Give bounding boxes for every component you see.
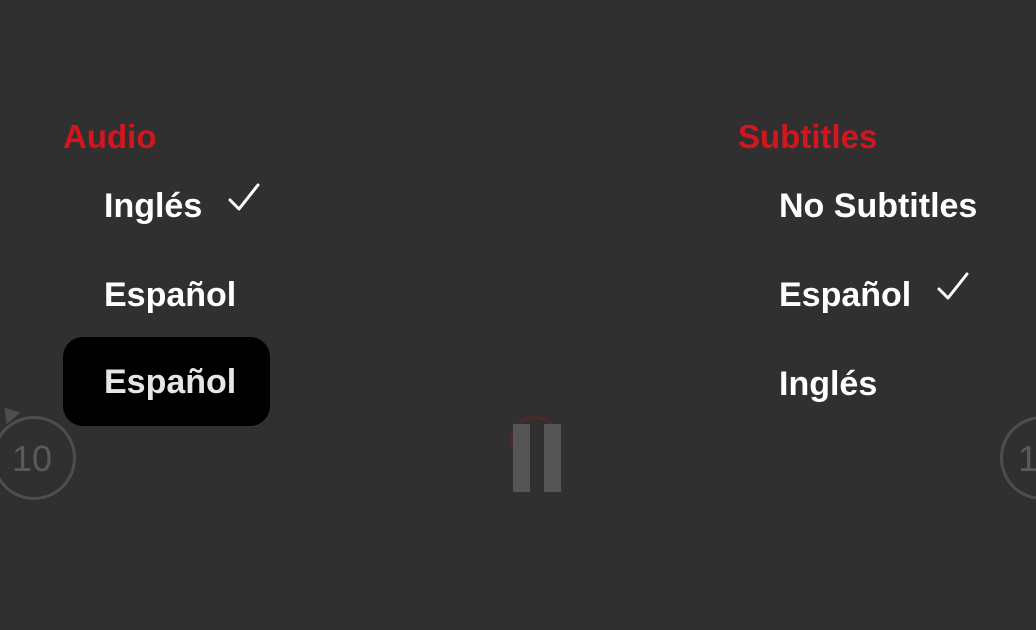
checkmark-icon xyxy=(937,272,969,302)
subtitles-section-title: Subtitles xyxy=(738,118,878,155)
player-controls: 10 1 xyxy=(0,0,1036,630)
audio-section-title: Audio xyxy=(63,118,157,155)
subtitle-option-none[interactable]: No Subtitles xyxy=(779,188,977,224)
rewind-label: 10 xyxy=(12,438,53,479)
audio-option-label: Español xyxy=(104,276,237,314)
audio-option-label: Inglés xyxy=(104,187,203,225)
audio-option-label: Español xyxy=(104,362,237,401)
audio-option-espanol[interactable]: Español xyxy=(104,277,236,313)
pause-icon[interactable] xyxy=(510,416,566,492)
audio-subtitles-overlay: 10 1 Audio Inglés Español Español Subtit… xyxy=(0,0,1036,630)
subtitle-option-espanol[interactable]: Español xyxy=(779,272,969,314)
subtitle-option-ingles[interactable]: Inglés xyxy=(779,366,877,402)
subtitle-option-label: No Subtitles xyxy=(779,187,978,225)
forward-label: 1 xyxy=(1018,438,1036,479)
audio-option-espanol-focused[interactable]: Español xyxy=(63,337,270,426)
subtitle-option-label: Inglés xyxy=(779,365,878,403)
subtitle-option-label: Español xyxy=(779,276,912,314)
audio-option-ingles[interactable]: Inglés xyxy=(104,183,260,225)
pause-bar-left xyxy=(513,424,530,492)
pause-bar-right xyxy=(544,424,561,492)
checkmark-icon xyxy=(228,183,260,213)
